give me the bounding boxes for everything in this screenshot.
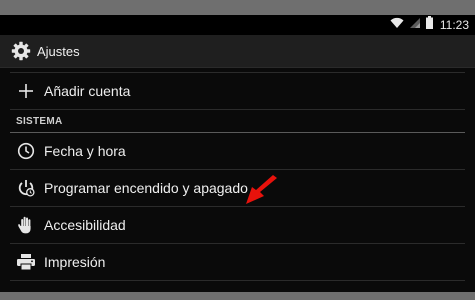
settings-list: Añadir cuenta SISTEMA Fecha y hora Progr… xyxy=(10,72,465,281)
status-bar: 11:23 xyxy=(0,15,475,35)
battery-icon xyxy=(425,16,433,34)
settings-item-label: Programar encendido y apagado xyxy=(44,180,248,196)
settings-item-printing[interactable]: Impresión xyxy=(10,244,465,281)
section-header-sistema: SISTEMA xyxy=(10,110,465,133)
annotation-arrow-icon xyxy=(244,175,280,207)
section-title: SISTEMA xyxy=(16,115,63,127)
clock-icon xyxy=(16,141,36,161)
device-screen: 11:23 Ajustes Añadir cuenta SISTEMA Fech… xyxy=(0,15,475,292)
settings-item-label: Fecha y hora xyxy=(44,143,126,159)
plus-icon xyxy=(16,81,36,101)
printer-icon xyxy=(16,252,36,272)
settings-item-accessibility[interactable]: Accesibilidad xyxy=(10,207,465,244)
signal-icon xyxy=(409,16,421,34)
wifi-icon xyxy=(390,16,404,34)
gear-icon[interactable] xyxy=(10,40,32,62)
hand-icon xyxy=(16,215,36,235)
status-icons: 11:23 xyxy=(390,16,469,34)
settings-item-power-schedule[interactable]: Programar encendido y apagado xyxy=(10,170,465,207)
settings-item-label: Impresión xyxy=(44,254,106,270)
settings-item-label: Accesibilidad xyxy=(44,217,126,233)
status-time: 11:23 xyxy=(439,18,469,32)
add-account-item[interactable]: Añadir cuenta xyxy=(10,72,465,110)
action-bar: Ajustes xyxy=(0,35,475,68)
add-account-label: Añadir cuenta xyxy=(44,83,131,99)
settings-item-date-time[interactable]: Fecha y hora xyxy=(10,133,465,170)
page-title[interactable]: Ajustes xyxy=(37,44,80,59)
power-schedule-icon xyxy=(16,178,36,198)
